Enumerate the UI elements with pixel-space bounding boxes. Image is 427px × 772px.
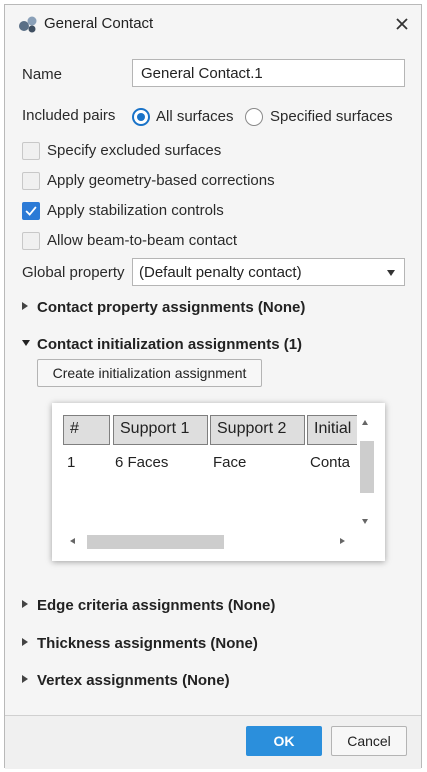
- close-icon[interactable]: [391, 13, 413, 35]
- section-contact-property[interactable]: Contact property assignments (None): [22, 299, 305, 316]
- section-edge-criteria[interactable]: Edge criteria assignments (None): [22, 597, 275, 614]
- section-contact-init-label: Contact initialization assignments (1): [37, 336, 303, 353]
- horizontal-scrollbar[interactable]: [63, 534, 357, 550]
- section-contact-init[interactable]: Contact initialization assignments (1): [22, 336, 302, 353]
- collapse-arrow-icon: [22, 340, 30, 347]
- geometry-corrections-checkbox[interactable]: [22, 172, 40, 190]
- dropdown-arrow-icon: [387, 270, 395, 276]
- beam-to-beam-checkbox[interactable]: [22, 232, 40, 250]
- table-cell-number[interactable]: 1: [67, 454, 107, 471]
- section-vertex-label: Vertex assignments (None): [37, 672, 230, 689]
- create-initialization-button[interactable]: Create initialization assignment: [37, 359, 262, 387]
- initialization-table: # Support 1 Support 2 Initial 1 6 Faces …: [52, 403, 385, 561]
- section-thickness[interactable]: Thickness assignments (None): [22, 635, 258, 652]
- expand-arrow-icon: [22, 600, 28, 609]
- specify-excluded-surfaces-label[interactable]: Specify excluded surfaces: [47, 142, 221, 159]
- scroll-left-icon[interactable]: [70, 538, 75, 544]
- table-cell-support-1[interactable]: 6 Faces: [115, 454, 205, 471]
- horizontal-scroll-thumb[interactable]: [87, 535, 224, 549]
- scroll-right-icon[interactable]: [340, 538, 345, 544]
- table-header-initial[interactable]: Initial: [307, 415, 360, 445]
- expand-arrow-icon: [22, 675, 28, 684]
- global-property-select[interactable]: (Default penalty contact): [132, 258, 405, 286]
- specified-surfaces-label[interactable]: Specified surfaces: [270, 108, 393, 125]
- specified-surfaces-radio[interactable]: [245, 108, 263, 126]
- table-header-support-1[interactable]: Support 1: [113, 415, 208, 445]
- stabilization-controls-label[interactable]: Apply stabilization controls: [47, 202, 224, 219]
- section-edge-criteria-label: Edge criteria assignments (None): [37, 597, 276, 614]
- general-contact-dialog: General Contact Name Included pairs All …: [4, 4, 422, 769]
- global-property-label: Global property: [22, 264, 125, 281]
- contact-app-icon: [19, 16, 37, 33]
- all-surfaces-label[interactable]: All surfaces: [156, 108, 234, 125]
- included-pairs-label: Included pairs: [22, 107, 116, 124]
- checkmark-icon: [25, 206, 37, 216]
- all-surfaces-radio[interactable]: [132, 108, 150, 126]
- vertical-scrollbar[interactable]: [357, 415, 375, 529]
- scroll-up-icon[interactable]: [362, 420, 368, 425]
- scroll-down-icon[interactable]: [362, 519, 368, 524]
- vertical-scroll-thumb[interactable]: [360, 441, 374, 493]
- dialog-footer: OK Cancel: [5, 715, 421, 769]
- expand-arrow-icon: [22, 638, 28, 647]
- name-field[interactable]: [132, 59, 405, 87]
- title-bar: General Contact: [5, 5, 421, 43]
- table-header-number[interactable]: #: [63, 415, 110, 445]
- cancel-button[interactable]: Cancel: [331, 726, 407, 756]
- beam-to-beam-label[interactable]: Allow beam-to-beam contact: [47, 232, 237, 249]
- section-vertex[interactable]: Vertex assignments (None): [22, 672, 230, 689]
- specify-excluded-surfaces-checkbox[interactable]: [22, 142, 40, 160]
- ok-button[interactable]: OK: [246, 726, 322, 756]
- table-cell-initial[interactable]: Conta: [310, 454, 358, 471]
- name-label: Name: [22, 66, 63, 83]
- table-cell-support-2[interactable]: Face: [213, 454, 303, 471]
- section-contact-property-label: Contact property assignments (None): [37, 299, 306, 316]
- global-property-value: (Default penalty contact): [139, 264, 302, 281]
- dialog-title: General Contact: [44, 15, 154, 32]
- expand-arrow-icon: [22, 302, 28, 311]
- section-thickness-label: Thickness assignments (None): [37, 635, 258, 652]
- stabilization-controls-checkbox[interactable]: [22, 202, 40, 220]
- table-header-support-2[interactable]: Support 2: [210, 415, 305, 445]
- geometry-corrections-label[interactable]: Apply geometry-based corrections: [47, 172, 275, 189]
